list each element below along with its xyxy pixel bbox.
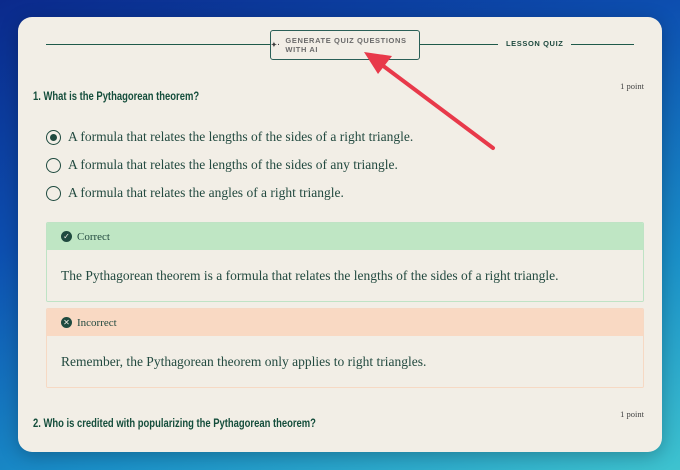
- check-icon: ✓: [61, 231, 72, 242]
- option-label: A formula that relates the lengths of th…: [68, 157, 398, 172]
- feedback-header: ✕ Incorrect: [47, 309, 643, 336]
- feedback-status: Incorrect: [77, 316, 117, 329]
- incorrect-feedback: ✕ Incorrect Remember, the Pythagorean th…: [46, 308, 644, 388]
- radio-icon[interactable]: [46, 157, 61, 173]
- question-title: 1. What is the Pythagorean theorem?: [33, 91, 200, 103]
- answer-option[interactable]: A formula that relates the lengths of th…: [46, 129, 413, 145]
- feedback-status: Correct: [77, 230, 110, 243]
- generate-quiz-ai-button[interactable]: ✦· GENERATE QUIZ QUESTIONS WITH AI: [270, 30, 420, 60]
- x-icon: ✕: [61, 317, 72, 328]
- quiz-card: ✦· GENERATE QUIZ QUESTIONS WITH AI LESSO…: [18, 17, 662, 452]
- feedback-text: Remember, the Pythagorean theorem only a…: [47, 336, 643, 387]
- question-title: 2. Who is credited with popularizing the…: [33, 418, 316, 430]
- generate-button-label: GENERATE QUIZ QUESTIONS WITH AI: [285, 36, 407, 54]
- option-label: A formula that relates the angles of a r…: [68, 185, 344, 200]
- radio-selected-icon[interactable]: [46, 129, 61, 145]
- correct-feedback: ✓ Correct The Pythagorean theorem is a f…: [46, 222, 644, 302]
- question-points: 1 point: [620, 81, 644, 91]
- question-points: 1 point: [620, 409, 644, 419]
- option-label: A formula that relates the lengths of th…: [68, 129, 414, 144]
- answer-option[interactable]: A formula that relates the lengths of th…: [46, 157, 398, 173]
- feedback-header: ✓ Correct: [47, 223, 643, 250]
- radio-icon[interactable]: [46, 185, 61, 201]
- feedback-text: The Pythagorean theorem is a formula tha…: [47, 250, 643, 301]
- sparkle-icon: ✦·: [271, 42, 281, 49]
- answer-option[interactable]: A formula that relates the angles of a r…: [46, 185, 344, 201]
- lesson-quiz-label: LESSON QUIZ: [498, 39, 572, 48]
